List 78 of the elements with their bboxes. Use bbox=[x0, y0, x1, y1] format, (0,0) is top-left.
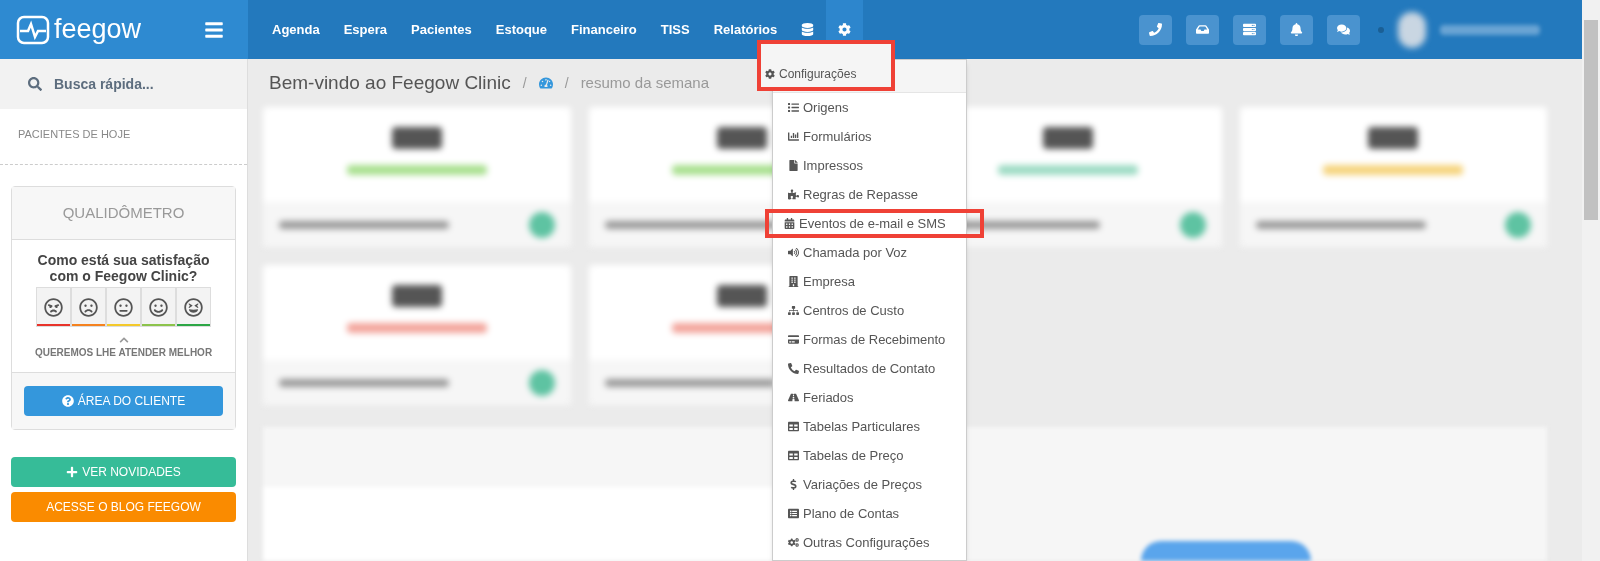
survey-question: Como está sua satisfação com o Feegow Clinic? bbox=[36, 252, 211, 284]
chevron-up-icon bbox=[118, 335, 129, 345]
menu-icon[interactable] bbox=[204, 19, 224, 40]
table-icon bbox=[788, 450, 799, 461]
nav-link[interactable]: Estoque bbox=[483, 19, 560, 40]
neutral-face-icon bbox=[114, 297, 133, 317]
rating-button[interactable] bbox=[106, 287, 141, 327]
phone-icon bbox=[1149, 23, 1162, 36]
dropdown-item[interactable]: Plano de Contas bbox=[773, 499, 966, 528]
rating-button[interactable] bbox=[71, 287, 106, 327]
page-title: Bem-vindo ao Feegow Clinic bbox=[269, 70, 511, 95]
scrollbar[interactable] bbox=[1582, 0, 1600, 561]
list-icon bbox=[788, 508, 799, 519]
sitemap-icon bbox=[788, 305, 799, 316]
bell-icon bbox=[1290, 23, 1303, 36]
calendar-icon bbox=[784, 218, 795, 229]
building-icon bbox=[788, 276, 799, 287]
angry-face-icon bbox=[44, 297, 63, 317]
plus-icon bbox=[66, 466, 79, 478]
logo-icon bbox=[16, 14, 50, 45]
puzzle-icon bbox=[788, 189, 799, 200]
chat-icon bbox=[1337, 23, 1350, 36]
user-avatar[interactable] bbox=[1398, 11, 1426, 48]
dropdown-item[interactable]: Outras Configurações bbox=[773, 528, 966, 557]
dropdown-item[interactable]: Regras de Repasse bbox=[773, 180, 966, 209]
rating-button[interactable] bbox=[176, 287, 211, 327]
chat-button[interactable] bbox=[1327, 14, 1360, 45]
section-label: PACIENTES DE HOJE bbox=[0, 109, 247, 165]
road-icon bbox=[788, 392, 799, 403]
nav-link[interactable]: Relatórios bbox=[701, 19, 790, 40]
nav-link[interactable]: Agenda bbox=[260, 19, 332, 40]
inbox-icon bbox=[1196, 23, 1209, 36]
rating-button[interactable] bbox=[36, 287, 71, 327]
search-field[interactable]: Busca rápida... bbox=[0, 59, 247, 109]
dropdown-item[interactable]: Tabelas Particulares bbox=[773, 412, 966, 441]
phone-icon bbox=[788, 363, 799, 374]
settings-icon bbox=[765, 69, 775, 79]
gears-icon bbox=[788, 537, 799, 548]
survey-hint: QUEREMOS LHE ATENDER MELHOR bbox=[34, 346, 213, 360]
nav-link[interactable]: Financeiro bbox=[559, 19, 649, 40]
brand-name: feegow bbox=[54, 16, 142, 43]
dropdown-item[interactable]: Variações de Preços bbox=[773, 470, 966, 499]
phone-button[interactable] bbox=[1139, 14, 1172, 45]
dropdown-item[interactable]: Centros de Custo bbox=[773, 296, 966, 325]
nav-link[interactable]: Espera bbox=[331, 19, 400, 40]
card-title: QUALIDÔMETRO bbox=[12, 186, 235, 240]
dropdown-item[interactable]: Eventos de e-mail e SMS bbox=[765, 209, 984, 238]
dashboard-icon bbox=[538, 76, 553, 90]
table-icon bbox=[788, 421, 799, 432]
breadcrumb-separator: / bbox=[522, 73, 527, 93]
speaker-icon bbox=[788, 247, 799, 258]
bell-button[interactable] bbox=[1280, 14, 1313, 45]
dropdown-item[interactable]: Empresa bbox=[773, 267, 966, 296]
dropdown-item[interactable]: Origens bbox=[773, 93, 966, 122]
dropdown-item[interactable]: Feriados bbox=[773, 383, 966, 412]
rating-button[interactable] bbox=[141, 287, 176, 327]
dropdown-item[interactable]: Tabelas de Preço bbox=[773, 441, 966, 470]
breadcrumb-separator: / bbox=[564, 73, 569, 93]
nav-link[interactable]: TISS bbox=[648, 19, 702, 40]
bar-chart-icon bbox=[788, 131, 799, 142]
dropdown-item[interactable]: Formas de Recebimento bbox=[773, 325, 966, 354]
sad-face-icon bbox=[79, 297, 98, 317]
list-icon bbox=[788, 102, 799, 113]
dropdown-item[interactable]: Chamada por Voz bbox=[773, 238, 966, 267]
nav-link[interactable]: Pacientes bbox=[399, 19, 484, 40]
smile-face-icon bbox=[149, 297, 168, 317]
search-icon bbox=[28, 77, 42, 91]
question-icon bbox=[61, 395, 74, 407]
credit-card-icon bbox=[788, 334, 799, 345]
dropdown-item[interactable]: Resultados de Contato bbox=[773, 354, 966, 383]
breadcrumb-current: resumo da semana bbox=[580, 72, 710, 93]
dropdown-item[interactable]: Impressos bbox=[773, 151, 966, 180]
dropdown-item[interactable]: Formulários bbox=[773, 122, 966, 151]
file-icon bbox=[788, 160, 799, 171]
dollar-icon bbox=[788, 479, 799, 490]
inbox-button[interactable] bbox=[1186, 14, 1219, 45]
grin-face-icon bbox=[184, 297, 203, 317]
dropdown-header: Configurações bbox=[757, 39, 895, 91]
